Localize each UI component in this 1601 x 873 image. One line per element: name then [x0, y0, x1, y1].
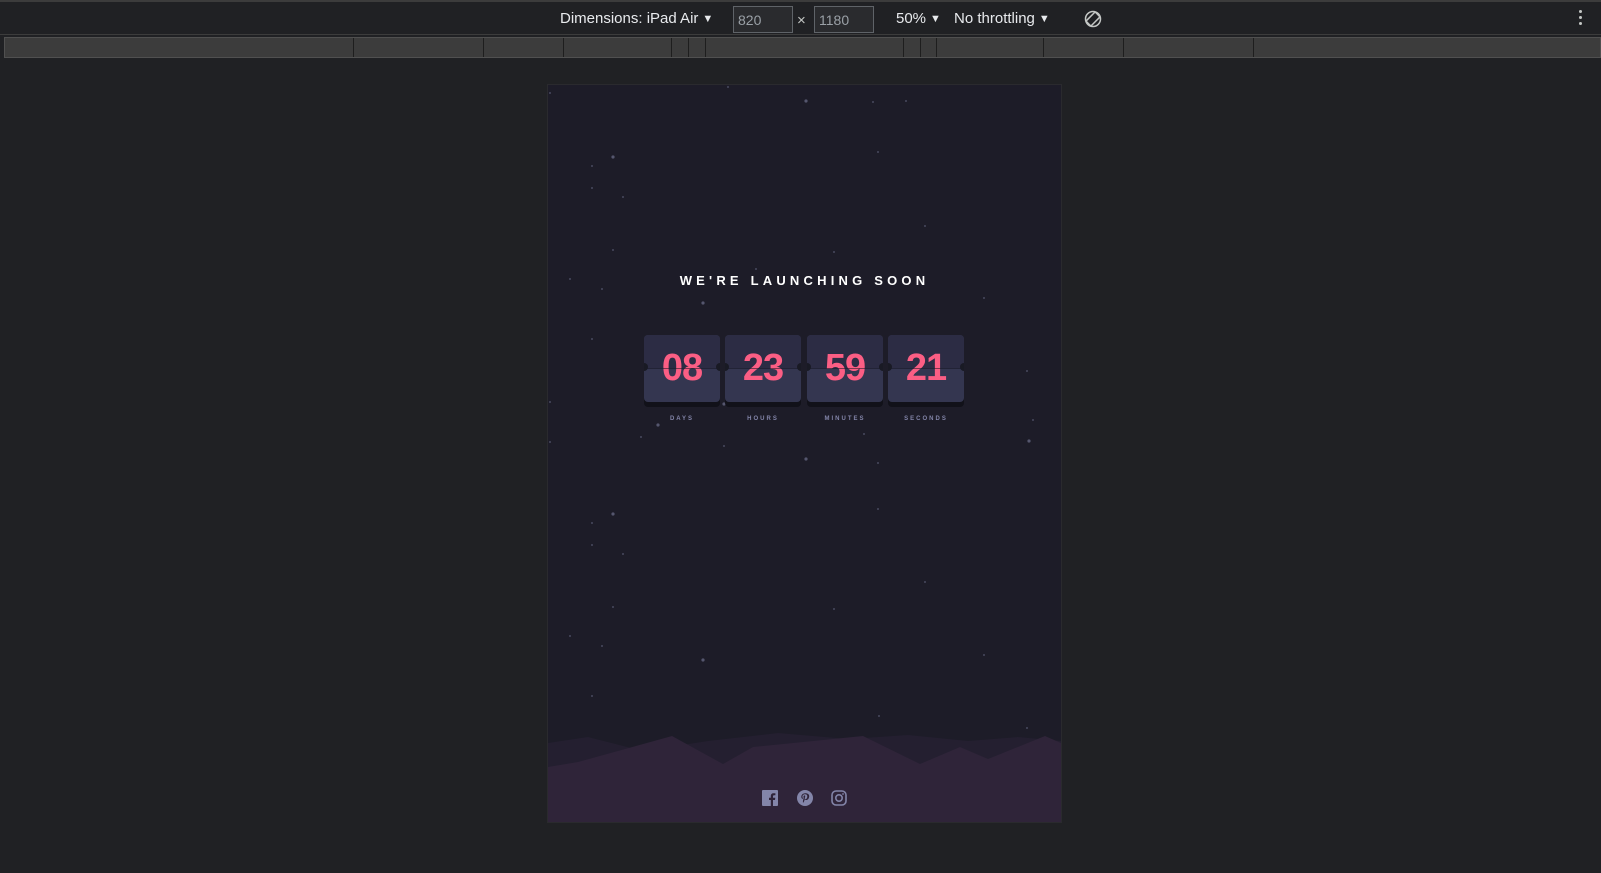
media-query-segment[interactable] [920, 38, 921, 57]
pinterest-link[interactable] [796, 789, 813, 806]
flip-card: 23 [725, 335, 801, 402]
device-toolbar: Dimensions: iPad Air▼ × 50%▼ No throttli… [0, 2, 1601, 35]
media-query-segment[interactable] [1043, 38, 1044, 57]
pinterest-icon [796, 789, 813, 806]
media-query-segment[interactable] [903, 38, 904, 57]
width-input[interactable] [733, 6, 793, 33]
page-headline: WE'RE LAUNCHING SOON [679, 273, 930, 288]
media-query-segment[interactable] [1253, 38, 1254, 57]
throttling-select-label: No throttling [954, 10, 1035, 27]
hills-illustration [548, 733, 1061, 822]
media-query-bar[interactable] [4, 37, 1601, 58]
device-viewport: WE'RE LAUNCHING SOON 08 DAYS 23 HOURS 59… [548, 85, 1061, 822]
countdown-label-days: DAYS [669, 416, 695, 422]
countdown-unit-seconds: 21 SECONDS [888, 335, 964, 422]
chevron-down-icon: ▼ [930, 13, 941, 25]
height-input[interactable] [814, 6, 874, 33]
media-query-segment[interactable] [353, 38, 354, 57]
dimension-separator: × [797, 12, 806, 29]
instagram-link[interactable] [831, 789, 847, 806]
countdown-unit-minutes: 59 MINUTES [807, 335, 883, 422]
countdown-unit-days: 08 DAYS [644, 335, 720, 422]
countdown-timer: 08 DAYS 23 HOURS 59 MINUTES 21 SECONDS [644, 335, 966, 435]
chevron-down-icon: ▼ [702, 13, 714, 25]
more-options-icon[interactable] [1576, 10, 1584, 28]
media-query-segment[interactable] [688, 38, 689, 57]
instagram-icon [831, 789, 847, 806]
countdown-label-hours: HOURS [747, 416, 779, 422]
media-query-segment[interactable] [936, 38, 937, 57]
countdown-label-minutes: MINUTES [824, 416, 866, 422]
chevron-down-icon: ▼ [1038, 13, 1050, 25]
media-query-segment[interactable] [483, 38, 484, 57]
zoom-select[interactable]: 50% ▼ [896, 9, 941, 29]
flip-card: 59 [807, 335, 883, 402]
media-query-segment[interactable] [1123, 38, 1124, 57]
flip-card: 21 [888, 335, 964, 402]
countdown-unit-hours: 23 HOURS [725, 335, 801, 422]
throttling-select[interactable]: No throttling ▼ [954, 9, 1050, 29]
star-field [549, 86, 1034, 741]
facebook-link[interactable] [762, 789, 779, 806]
rotate-icon [1084, 10, 1102, 28]
device-select-label: Dimensions: iPad Air [560, 10, 699, 27]
media-query-segment[interactable] [563, 38, 564, 57]
media-query-segment[interactable] [671, 38, 672, 57]
zoom-select-label: 50% [896, 10, 927, 27]
social-links [548, 789, 1061, 807]
facebook-icon [762, 789, 779, 806]
rotate-button[interactable] [1083, 9, 1103, 29]
flip-card: 08 [644, 335, 720, 402]
countdown-label-seconds: SECONDS [904, 416, 948, 422]
media-query-segment[interactable] [705, 38, 706, 57]
device-select[interactable]: Dimensions: iPad Air ▼ [560, 9, 713, 29]
